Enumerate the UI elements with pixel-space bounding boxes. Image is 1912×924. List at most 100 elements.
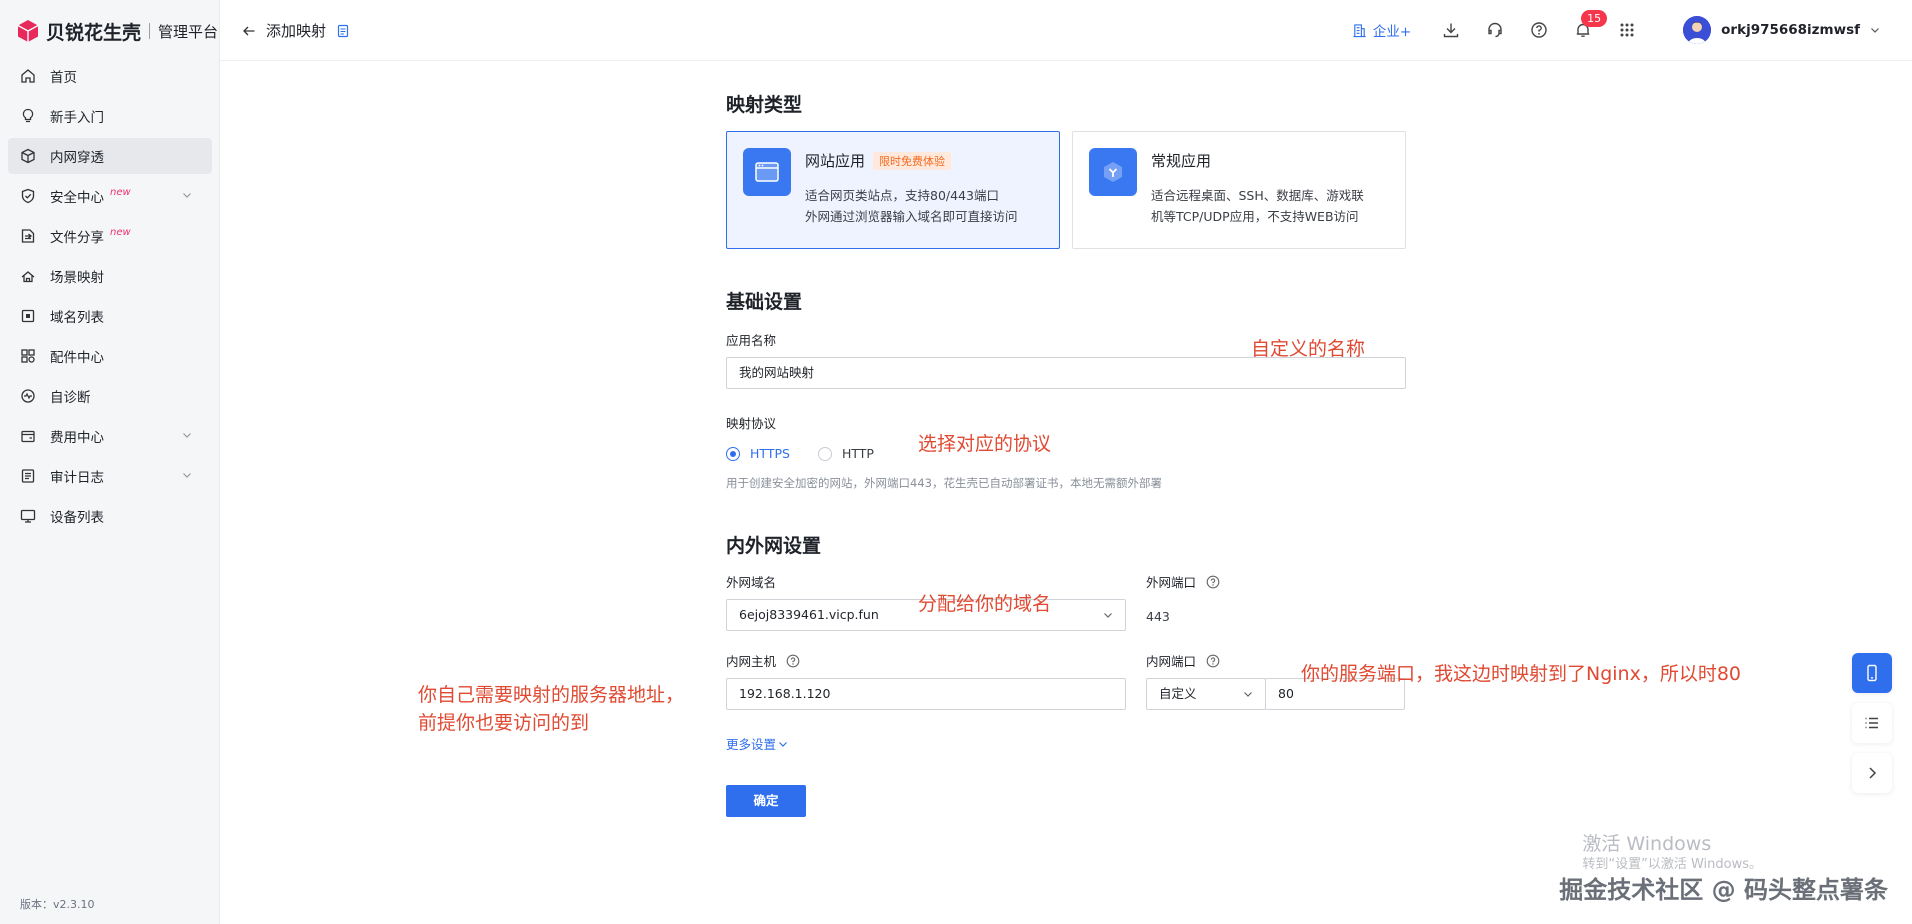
brand-divider [149, 23, 151, 39]
ext-port-field: 外网端口 443 [1146, 572, 1220, 631]
protocol-hint: 用于创建安全加密的网站，外网端口443，花生壳已自动部署证书，本地无需额外部署 [726, 476, 1162, 490]
radio-label-http[interactable]: HTTP [842, 446, 874, 461]
chevron-down-icon [1104, 613, 1112, 618]
int-host-field: 内网主机 192.168.1.120 [726, 651, 1126, 710]
lightbulb-icon [20, 108, 36, 124]
expand-button[interactable] [1852, 753, 1892, 793]
list-button[interactable] [1852, 703, 1892, 743]
sidebar-item-label: 配件中心 [50, 350, 104, 366]
enterprise-plus-label: 企业+ [1372, 24, 1412, 40]
chevron-down-icon [183, 473, 191, 478]
annotation-host-line: 你自己需要映射的服务器地址， [418, 684, 685, 706]
brand-subtitle: 管理平台 [158, 22, 219, 41]
sidebar-item-billing[interactable]: 费用中心 [8, 418, 212, 454]
ext-domain-label: 外网域名 [726, 575, 777, 590]
annotation-domain: 分配给你的域名 [918, 593, 1052, 615]
document-icon[interactable] [336, 24, 350, 38]
chevron-down-icon [183, 433, 191, 438]
sidebar-item-intranet[interactable]: 内网穿透 [8, 138, 212, 174]
new-badge: new [110, 186, 131, 198]
download-icon[interactable] [1441, 20, 1461, 40]
arrow-left-icon[interactable] [242, 24, 256, 38]
browser-window-icon [743, 148, 791, 196]
sidebar-item-audit-log[interactable]: 审计日志 [8, 458, 212, 494]
help-icon[interactable] [1529, 20, 1549, 40]
int-host-input[interactable]: 192.168.1.120 [726, 678, 1126, 710]
sidebar-item-security[interactable]: 安全中心 new [8, 178, 212, 214]
chevron-down-icon [779, 741, 787, 747]
juejin-credit: 掘金技术社区 @ 码头整点薯条 [1559, 876, 1888, 904]
int-port-label: 内网端口 [1146, 654, 1197, 669]
building-icon [1353, 23, 1366, 37]
sidebar-item-getting-started[interactable]: 新手入门 [8, 98, 212, 134]
monitor-icon [20, 508, 36, 524]
chevron-right-icon [1869, 767, 1877, 779]
scene-icon [20, 268, 36, 284]
windows-activation-watermark: 激活 Windows 转到“设置”以激活 Windows。 [1582, 832, 1762, 874]
card-description: 适合远程桌面、SSH、数据库、游戏联 [1151, 188, 1364, 203]
user-menu[interactable]: orkj975668izmwsf [1683, 16, 1880, 44]
int-host-label-wrap: 内网主机 [726, 651, 1126, 670]
question-icon[interactable] [786, 654, 800, 668]
radio-label-https[interactable]: HTTPS [750, 446, 790, 461]
question-icon[interactable] [1206, 575, 1220, 589]
sidebar-item-label: 场景映射 [50, 270, 104, 286]
customer-service-icon[interactable] [1485, 20, 1505, 40]
sidebar-item-label: 文件分享 [50, 230, 104, 246]
card-general-app[interactable]: 常规应用 适合远程桌面、SSH、数据库、游戏联 机等TCP/UDP应用，不支持W… [1072, 131, 1406, 249]
card-description: 外网通过浏览器输入域名即可直接访问 [805, 209, 1018, 224]
radio-http[interactable] [817, 446, 832, 461]
more-settings-row: 更多设置 [726, 734, 1406, 753]
submit-button[interactable]: 确定 [726, 785, 806, 817]
sidebar-item-accessories[interactable]: 配件中心 [8, 338, 212, 374]
sidebar-item-label: 内网穿透 [50, 150, 104, 166]
grid-icon [20, 348, 36, 364]
int-port-mode-value: 自定义 [1159, 686, 1197, 701]
brand-logo-icon [17, 20, 39, 42]
bell-icon[interactable]: 15 [1573, 10, 1608, 40]
mobile-phone-icon [1867, 664, 1877, 682]
annotation-name: 自定义的名称 [1251, 338, 1366, 360]
sidebar-item-devices[interactable]: 设备列表 [8, 498, 212, 534]
protocol-radio-group: HTTPS HTTP [726, 446, 1406, 461]
back-nav[interactable]: 添加映射 [242, 20, 350, 41]
int-host-label: 内网主机 [726, 654, 777, 669]
section-title-basic: 基础设置 [726, 291, 803, 313]
sidebar-item-scene[interactable]: 场景映射 [8, 258, 212, 294]
annotation-port: 你的服务端口，我这边时映射到了Nginx，所以时80 [1301, 663, 1742, 685]
more-settings-link[interactable]: 更多设置 [726, 734, 788, 753]
shield-icon [20, 188, 36, 204]
card-website-app[interactable]: 网站应用 限时免费体验 适合网页类站点，支持80/443端口 外网通过浏览器输入… [726, 131, 1060, 249]
sidebar-item-domains[interactable]: 域名列表 [8, 298, 212, 334]
brand[interactable]: 贝锐花生壳 管理平台 [16, 18, 218, 44]
apps-grid-icon[interactable] [1617, 20, 1637, 40]
int-port-mode-select[interactable]: 自定义 [1146, 678, 1266, 710]
mobile-button[interactable] [1852, 653, 1892, 693]
username: orkj975668izmwsf [1721, 22, 1860, 38]
domain-port-row: 外网域名 6ejoj8339461.vicp.fun 外网端口 443 [726, 572, 1406, 631]
watermark-title: 激活 Windows [1582, 833, 1712, 855]
free-trial-tag: 限时免费体验 [873, 151, 952, 170]
sidebar-item-label: 设备列表 [50, 510, 104, 526]
question-icon[interactable] [1206, 654, 1220, 668]
brand-name: 贝锐花生壳 [46, 21, 142, 44]
header-actions: 企业+ 15 orkj975668izmwsf [1352, 0, 1912, 60]
section-title-network: 内外网设置 [726, 535, 822, 557]
list-icon [1865, 717, 1878, 729]
sidebar-item-file-share[interactable]: 文件分享 new [8, 218, 212, 254]
floating-toolbar [1852, 653, 1892, 803]
chevron-down-icon [1244, 692, 1252, 697]
page-title: 添加映射 [266, 22, 327, 40]
sidebar-item-label: 审计日志 [50, 470, 104, 486]
sidebar-item-home[interactable]: 首页 [8, 58, 212, 94]
ext-port-label: 外网端口 [1146, 575, 1197, 590]
sidebar-item-diagnose[interactable]: 自诊断 [8, 378, 212, 414]
top-header: 添加映射 企业+ 15 orkj975668izmwsf [220, 0, 1912, 61]
ext-port-label-wrap: 外网端口 [1146, 572, 1220, 591]
file-share-icon [20, 228, 36, 244]
log-icon [20, 468, 36, 484]
enterprise-plus-link[interactable]: 企业+ [1352, 20, 1411, 40]
sidebar-item-label: 安全中心 [50, 190, 104, 206]
new-badge: new [110, 226, 131, 238]
radio-https[interactable] [726, 446, 740, 461]
